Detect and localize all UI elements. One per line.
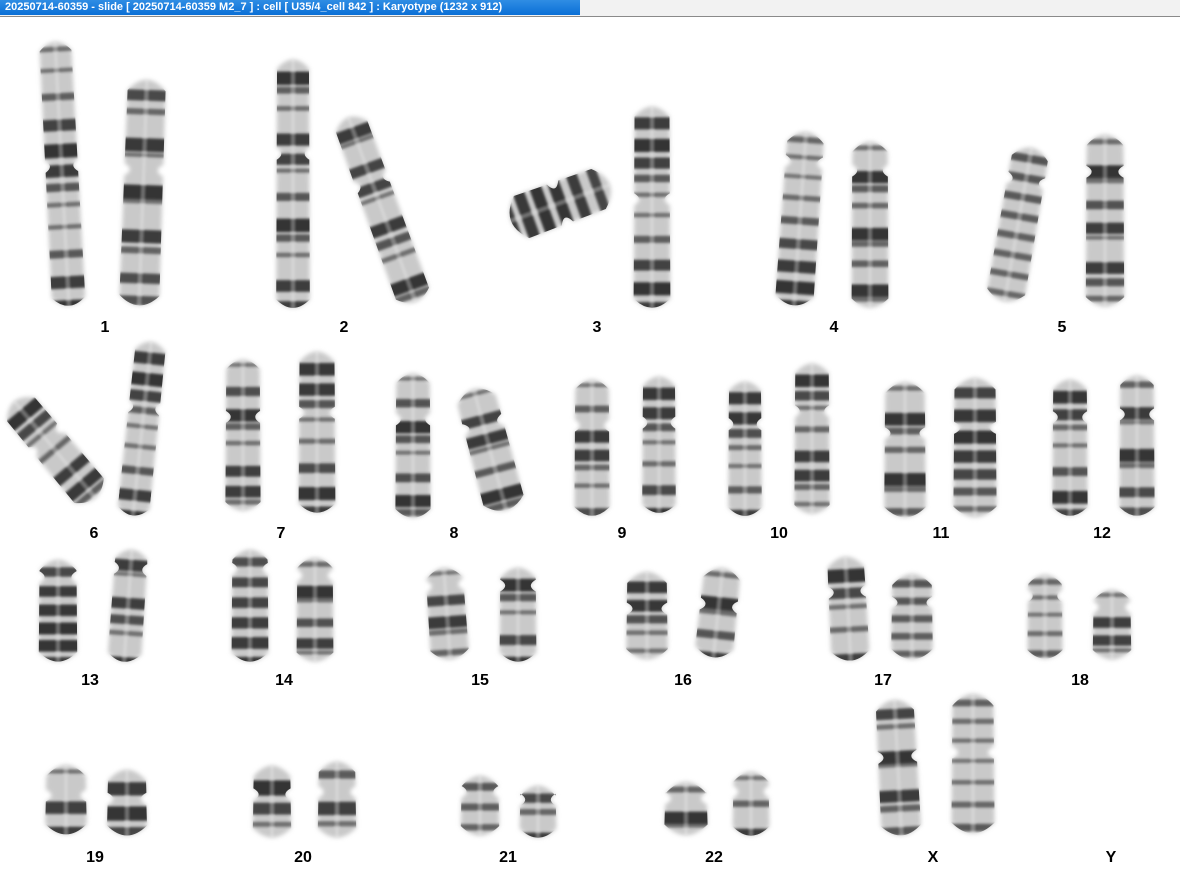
chromosome-17b bbox=[891, 573, 933, 660]
chromosome-20a bbox=[252, 765, 292, 838]
chromosome-22b bbox=[732, 771, 770, 836]
chromosome-15b bbox=[499, 567, 537, 662]
chromosome-label-8: 8 bbox=[450, 525, 459, 542]
chromosome-images bbox=[2, 40, 1155, 838]
chromosome-13a bbox=[38, 559, 78, 662]
chromosome-15a bbox=[424, 566, 470, 661]
chromosome-19a bbox=[45, 764, 87, 835]
chromosome-label-2: 2 bbox=[340, 319, 349, 336]
chromosome-6a bbox=[2, 393, 110, 511]
chromosome-6b bbox=[116, 340, 168, 518]
chromosome-14a bbox=[231, 549, 269, 662]
chromosome-2b bbox=[331, 115, 432, 306]
chromosome-3a bbox=[503, 163, 613, 242]
chromosome-21a bbox=[460, 775, 500, 836]
window-title[interactable]: 20250714-60359 - slide [ 20250714-60359 … bbox=[0, 0, 580, 15]
chromosome-label-10: 10 bbox=[770, 525, 788, 542]
chromosome-5b bbox=[1085, 134, 1125, 307]
chromosome-label-13: 13 bbox=[81, 672, 99, 689]
chromosome-4b bbox=[851, 141, 889, 308]
chromosome-21b bbox=[519, 785, 557, 838]
chromosome-11b bbox=[953, 377, 997, 518]
chromosome-label-4: 4 bbox=[830, 319, 839, 336]
chromosome-4a bbox=[774, 130, 826, 307]
chromosome-label-x: X bbox=[928, 849, 939, 866]
chromosome-7a bbox=[225, 359, 261, 511]
chromosome-label-9: 9 bbox=[618, 525, 627, 542]
chromosome-9a bbox=[574, 379, 610, 516]
chromosome-xb bbox=[951, 693, 995, 834]
title-bar[interactable]: 20250714-60359 - slide [ 20250714-60359 … bbox=[0, 0, 1180, 17]
chromosome-7b bbox=[298, 351, 336, 513]
chromosome-9b bbox=[642, 376, 676, 513]
chromosome-12b bbox=[1119, 375, 1155, 516]
chromosome-label-20: 20 bbox=[294, 849, 312, 866]
chromosome-label-21: 21 bbox=[499, 849, 517, 866]
chromosome-label-17: 17 bbox=[874, 672, 892, 689]
chromosome-label-7: 7 bbox=[277, 525, 286, 542]
chromosome-8b bbox=[453, 385, 527, 516]
chromosome-label-6: 6 bbox=[90, 525, 99, 542]
chromosome-1a bbox=[38, 40, 86, 307]
chromosome-8a bbox=[395, 373, 431, 518]
chromosome-18b bbox=[1092, 589, 1132, 660]
chromosome-1b bbox=[119, 79, 167, 307]
chromosome-17a bbox=[826, 555, 870, 662]
chromosome-label-19: 19 bbox=[86, 849, 104, 866]
chromosome-xa bbox=[874, 698, 922, 837]
chromosome-label-y: Y bbox=[1106, 849, 1117, 866]
chromosome-19b bbox=[107, 769, 147, 836]
chromosome-3b bbox=[633, 106, 671, 308]
chromosome-16b bbox=[694, 566, 742, 660]
chromosome-22a bbox=[664, 781, 708, 836]
chromosome-14b bbox=[296, 557, 334, 662]
chromosome-13b bbox=[107, 548, 149, 663]
chromosome-label-1: 1 bbox=[101, 319, 110, 336]
karyotype-window: 20250714-60359 - slide [ 20250714-60359 … bbox=[0, 0, 1180, 877]
chromosome-5a bbox=[985, 145, 1051, 305]
chromosome-label-5: 5 bbox=[1058, 319, 1067, 336]
chromosome-label-12: 12 bbox=[1093, 525, 1111, 542]
chromosome-10b bbox=[794, 363, 830, 514]
karyogram-canvas: 1 2 3 4 5 6 7 8 9 10 11 12 13 14 15 16 1… bbox=[2, 40, 1155, 866]
chromosome-18a bbox=[1027, 574, 1063, 659]
chromosome-10a bbox=[728, 381, 762, 516]
chromosome-label-3: 3 bbox=[593, 319, 602, 336]
chromosome-label-11: 11 bbox=[933, 525, 950, 542]
chromosome-label-18: 18 bbox=[1071, 672, 1089, 689]
chromosome-2a bbox=[276, 59, 310, 308]
chromosome-12a bbox=[1052, 379, 1088, 516]
chromosome-16a bbox=[626, 571, 668, 660]
chromosome-20b bbox=[317, 761, 357, 838]
chromosome-label-16: 16 bbox=[674, 672, 692, 689]
chromosome-11a bbox=[884, 381, 926, 518]
chromosome-label-22: 22 bbox=[705, 849, 723, 866]
chromosome-label-14: 14 bbox=[275, 672, 293, 689]
chromosome-label-15: 15 bbox=[471, 672, 489, 689]
